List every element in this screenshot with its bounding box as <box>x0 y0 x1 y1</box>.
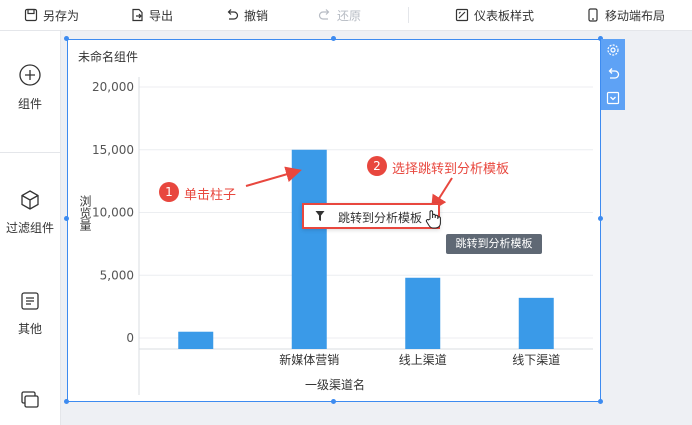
context-menu: 跳转到分析模板 <box>302 203 440 229</box>
hand-cursor-icon <box>425 210 441 229</box>
annotation-text-2: 选择跳转到分析模板 <box>392 162 510 177</box>
annotation-badge-2: 2 <box>367 156 387 176</box>
annotation-badge-1: 1 <box>159 182 179 202</box>
jump-to-analysis-template-item[interactable]: 跳转到分析模板 <box>338 209 422 226</box>
annotation-text-1: 单击柱子 <box>184 188 237 203</box>
annotation-arrow-1 <box>245 166 302 187</box>
tooltip: 跳转到分析模板 <box>446 234 542 254</box>
filter-icon <box>315 211 325 221</box>
